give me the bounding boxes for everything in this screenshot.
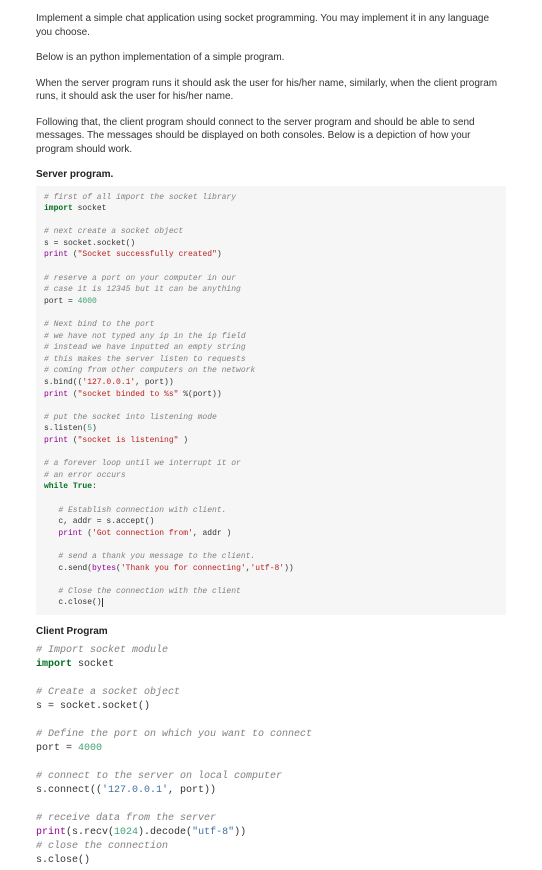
server-heading: Server program.: [36, 168, 506, 182]
intro-para-3: When the server program runs it should a…: [36, 77, 506, 104]
intro-para-4: Following that, the client program shoul…: [36, 116, 506, 157]
client-code-block: # Import socket moduleimport socket # Cr…: [36, 642, 506, 870]
intro-para-2: Below is an python implementation of a s…: [36, 51, 506, 65]
server-code-block: # first of all import the socket library…: [36, 186, 506, 615]
client-heading: Client Program: [36, 625, 506, 639]
intro-para-1: Implement a simple chat application usin…: [36, 12, 506, 39]
